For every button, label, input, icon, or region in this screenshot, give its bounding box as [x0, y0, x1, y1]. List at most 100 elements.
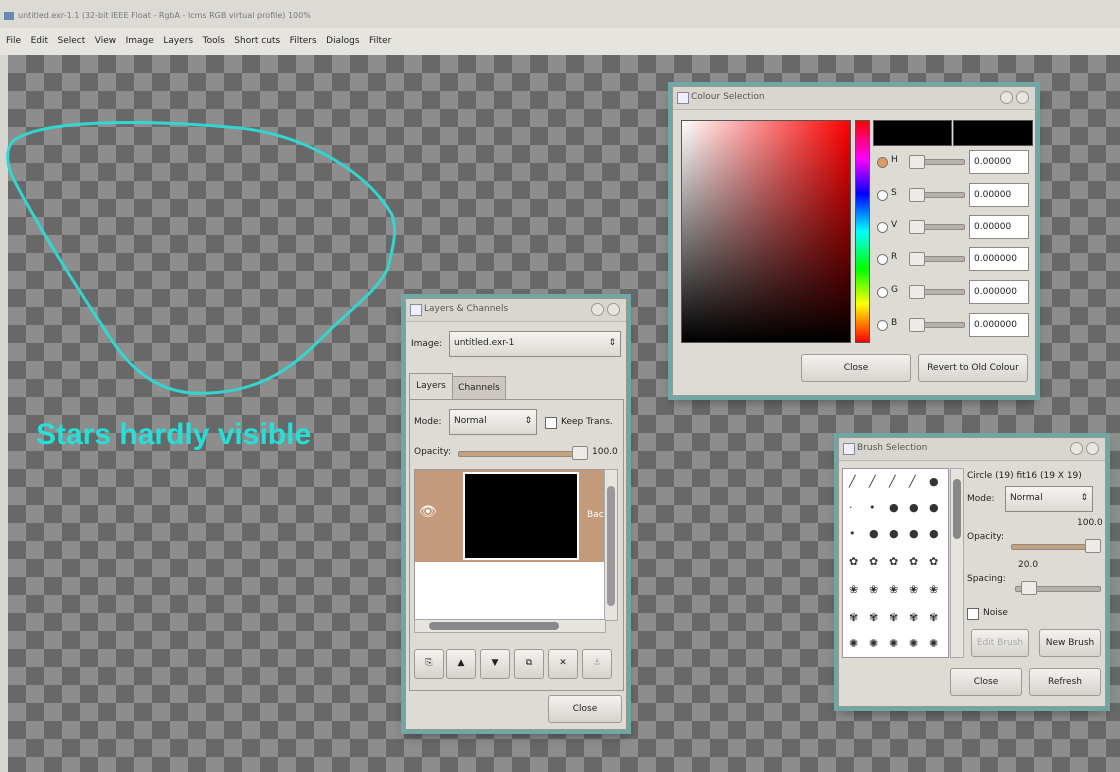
channel-b-value[interactable]: 0.000000 — [969, 313, 1029, 337]
channel-b-radio[interactable] — [877, 320, 888, 331]
brush-close-button[interactable]: Close — [950, 668, 1022, 696]
brush-preview[interactable]: ❀ — [869, 583, 878, 596]
brush-preview[interactable]: ❀ — [909, 583, 918, 596]
old-colour-preview[interactable] — [953, 120, 1033, 146]
new-layer-button[interactable]: ⎘ — [414, 649, 444, 679]
brush-preview[interactable]: ❀ — [889, 583, 898, 596]
brush-preview[interactable]: ✺ — [849, 637, 858, 650]
colour-close-button[interactable]: Close — [801, 354, 911, 382]
channel-r-knob[interactable] — [909, 252, 925, 266]
brush-grid[interactable]: ╱ ╱ ╱ ╱ ● · • ● ● ● • ● ● ● ● ✿ ✿ ✿ ✿ ✿ … — [842, 468, 949, 658]
layer-row[interactable]: 👁 Bac — [415, 470, 605, 562]
brush-preview[interactable]: • — [849, 527, 856, 540]
edit-brush-button[interactable]: Edit Brush — [971, 629, 1029, 657]
brush-preview[interactable]: ╱ — [849, 475, 856, 488]
image-select[interactable]: untitled.exr-1 ⇕ — [449, 331, 621, 357]
duplicate-layer-button[interactable]: ⧉ — [514, 649, 544, 679]
channel-s-knob[interactable] — [909, 188, 925, 202]
channel-g-radio[interactable] — [877, 287, 888, 298]
mode-select[interactable]: Normal ⇕ — [449, 409, 537, 435]
hscroll-thumb[interactable] — [429, 622, 559, 630]
eye-icon[interactable]: 👁 — [419, 504, 437, 520]
channel-g-knob[interactable] — [909, 285, 925, 299]
vscroll-thumb[interactable] — [607, 486, 615, 606]
brush-mode-select[interactable]: Normal ⇕ — [1005, 486, 1093, 512]
close-icon[interactable] — [607, 303, 620, 316]
brush-preview[interactable]: ● — [929, 527, 939, 540]
channel-h-radio[interactable] — [877, 157, 888, 168]
brush-preview[interactable]: ✾ — [869, 611, 878, 624]
channel-h-knob[interactable] — [909, 155, 925, 169]
layer-name[interactable]: Bac — [587, 510, 604, 520]
channel-r-value[interactable]: 0.000000 — [969, 247, 1029, 271]
anchor-layer-button[interactable]: ⚓ — [582, 649, 612, 679]
brush-preview[interactable]: ✺ — [909, 637, 918, 650]
brush-preview[interactable]: ╱ — [909, 475, 916, 488]
brush-preview[interactable]: ╱ — [889, 475, 896, 488]
brush-preview[interactable]: • — [869, 501, 876, 514]
brush-grid-scroll[interactable] — [950, 468, 964, 658]
channel-h-value[interactable]: 0.00000 — [969, 150, 1029, 174]
channel-s-radio[interactable] — [877, 190, 888, 201]
channel-v-knob[interactable] — [909, 220, 925, 234]
brush-preview[interactable]: ✾ — [889, 611, 898, 624]
opacity-knob[interactable] — [572, 446, 588, 460]
brush-preview[interactable]: ✾ — [929, 611, 938, 624]
brush-preview[interactable]: ╱ — [869, 475, 876, 488]
channel-v-value[interactable]: 0.00000 — [969, 215, 1029, 239]
brush-titlebar[interactable]: Brush Selection — [839, 438, 1105, 461]
noise-checkbox[interactable] — [967, 608, 979, 620]
lower-layer-button[interactable]: ▼ — [480, 649, 510, 679]
keep-trans-checkbox[interactable] — [545, 417, 557, 429]
brush-preview[interactable]: ● — [929, 475, 939, 488]
layer-list-vscroll[interactable] — [604, 469, 618, 621]
brush-preview[interactable]: ✾ — [909, 611, 918, 624]
brush-opacity-knob[interactable] — [1085, 539, 1101, 553]
channel-v-radio[interactable] — [877, 222, 888, 233]
brush-preview[interactable]: · — [849, 501, 853, 514]
brush-preview[interactable]: ✿ — [909, 555, 918, 568]
minimize-icon[interactable] — [1070, 442, 1083, 455]
brush-preview[interactable]: ✺ — [869, 637, 878, 650]
brush-preview[interactable]: ● — [929, 501, 939, 514]
revert-colour-button[interactable]: Revert to Old Colour — [918, 354, 1028, 382]
brush-scroll-thumb[interactable] — [953, 479, 961, 539]
brush-preview[interactable]: ✿ — [849, 555, 858, 568]
brush-preview[interactable]: ✺ — [929, 637, 938, 650]
brush-preview[interactable]: ● — [909, 501, 919, 514]
opacity-slider[interactable] — [458, 451, 586, 457]
colour-area[interactable] — [681, 120, 851, 343]
layers-close-button[interactable]: Close — [548, 695, 622, 723]
colour-selection-titlebar[interactable]: Colour Selection — [673, 87, 1035, 110]
channel-b-knob[interactable] — [909, 318, 925, 332]
brush-preview[interactable]: ● — [909, 527, 919, 540]
brush-spacing-knob[interactable] — [1021, 581, 1037, 595]
keep-trans-label: Keep Trans. — [561, 417, 613, 427]
layers-titlebar[interactable]: Layers & Channels — [406, 299, 626, 322]
brush-preview[interactable]: ✿ — [889, 555, 898, 568]
brush-preview[interactable]: ● — [889, 501, 899, 514]
raise-layer-button[interactable]: ▲ — [446, 649, 476, 679]
close-icon[interactable] — [1016, 91, 1029, 104]
channel-s-value[interactable]: 0.00000 — [969, 183, 1029, 207]
refresh-button[interactable]: Refresh — [1029, 668, 1101, 696]
layer-list-hscroll[interactable] — [414, 619, 606, 633]
brush-preview[interactable]: ✾ — [849, 611, 858, 624]
tab-channels[interactable]: Channels — [452, 376, 506, 399]
brush-preview[interactable]: ● — [869, 527, 879, 540]
brush-preview[interactable]: ❀ — [929, 583, 938, 596]
brush-preview[interactable]: ✿ — [869, 555, 878, 568]
minimize-icon[interactable] — [591, 303, 604, 316]
tab-layers[interactable]: Layers — [409, 373, 453, 400]
minimize-icon[interactable] — [1000, 91, 1013, 104]
brush-preview[interactable]: ✺ — [889, 637, 898, 650]
brush-preview[interactable]: ● — [889, 527, 899, 540]
channel-g-value[interactable]: 0.000000 — [969, 280, 1029, 304]
delete-layer-button[interactable]: ✕ — [548, 649, 578, 679]
brush-preview[interactable]: ❀ — [849, 583, 858, 596]
new-brush-button[interactable]: New Brush — [1039, 629, 1101, 657]
brush-preview[interactable]: ✿ — [929, 555, 938, 568]
hue-strip[interactable] — [855, 120, 870, 343]
close-icon[interactable] — [1086, 442, 1099, 455]
channel-r-radio[interactable] — [877, 254, 888, 265]
